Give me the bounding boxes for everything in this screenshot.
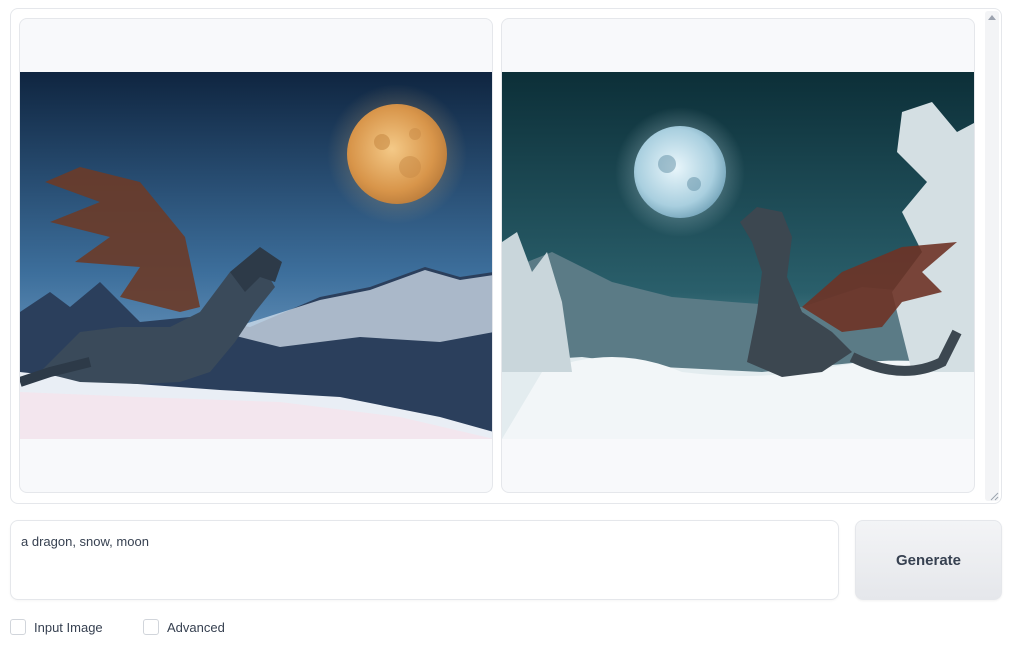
resize-grip-icon[interactable] [989,491,999,501]
prompt-input-value: a dragon, snow, moon [21,534,149,549]
dragon-moon-image-1[interactable] [20,72,493,439]
input-image-checkbox[interactable]: Input Image [10,619,103,635]
scroll-up-arrow-icon[interactable] [988,15,996,20]
gallery-image-2[interactable] [501,18,975,493]
generate-button[interactable]: Generate [855,520,1002,600]
prompt-input[interactable]: a dragon, snow, moon [10,520,839,600]
gallery-image-1[interactable] [19,18,493,493]
advanced-label: Advanced [167,619,225,635]
checkbox-box[interactable] [143,619,159,635]
dragon-moon-image-2[interactable] [502,72,975,439]
checkbox-box[interactable] [10,619,26,635]
image-gallery [10,8,1002,504]
advanced-checkbox[interactable]: Advanced [143,619,225,635]
gallery-scrollbar[interactable] [985,11,999,501]
input-image-label: Input Image [34,619,103,635]
